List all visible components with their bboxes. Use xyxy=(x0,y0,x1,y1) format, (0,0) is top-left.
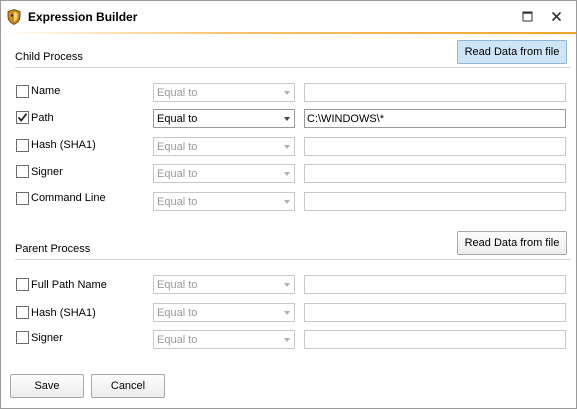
parent-read-data-button[interactable]: Read Data from file xyxy=(457,231,567,255)
child-path-label: Path xyxy=(31,112,54,124)
child-signer-operator-value: Equal to xyxy=(157,168,198,180)
child-signer-checkbox[interactable] xyxy=(16,165,29,178)
child-process-section-title: Child Process xyxy=(15,51,83,63)
checkmark-icon xyxy=(17,113,28,122)
child-signer-operator-select[interactable]: Equal to xyxy=(153,164,295,183)
parent-signer-operator-value: Equal to xyxy=(157,334,198,346)
parent-hash-operator-value: Equal to xyxy=(157,307,198,319)
save-button[interactable]: Save xyxy=(10,374,84,398)
child-path-value-input[interactable] xyxy=(304,109,566,128)
cancel-button[interactable]: Cancel xyxy=(91,374,165,398)
parent-signer-value-input[interactable] xyxy=(304,330,566,349)
child-signer-value-input[interactable] xyxy=(304,164,566,183)
child-hash-operator-select[interactable]: Equal to xyxy=(153,137,295,156)
child-cmdline-checkbox[interactable] xyxy=(16,192,29,205)
parent-hash-operator-select[interactable]: Equal to xyxy=(153,303,295,322)
child-hash-operator-value: Equal to xyxy=(157,141,198,153)
child-hash-label: Hash (SHA1) xyxy=(31,139,96,151)
parent-fullpath-operator-value: Equal to xyxy=(157,279,198,291)
child-name-checkbox[interactable] xyxy=(16,85,29,98)
parent-signer-operator-select[interactable]: Equal to xyxy=(153,330,295,349)
expression-builder-dialog: Expression Builder Child Process Read Da… xyxy=(0,0,577,409)
chevron-down-icon xyxy=(284,200,290,204)
shield-app-icon xyxy=(7,9,21,25)
title-accent-bar xyxy=(1,32,576,34)
chevron-down-icon xyxy=(284,338,290,342)
parent-signer-checkbox[interactable] xyxy=(16,331,29,344)
parent-fullpath-checkbox[interactable] xyxy=(16,278,29,291)
chevron-down-icon xyxy=(284,283,290,287)
child-process-divider xyxy=(15,67,571,68)
parent-hash-value-input[interactable] xyxy=(304,303,566,322)
child-hash-value-input[interactable] xyxy=(304,137,566,156)
parent-fullpath-value-input[interactable] xyxy=(304,275,566,294)
child-hash-checkbox[interactable] xyxy=(16,139,29,152)
child-signer-label: Signer xyxy=(31,166,63,178)
parent-hash-label: Hash (SHA1) xyxy=(31,307,96,319)
child-name-value-input[interactable] xyxy=(304,83,566,102)
child-name-label: Name xyxy=(31,85,61,97)
parent-fullpath-operator-select[interactable]: Equal to xyxy=(153,275,295,294)
child-cmdline-value-input[interactable] xyxy=(304,192,566,211)
chevron-down-icon xyxy=(284,145,290,149)
maximize-icon[interactable] xyxy=(520,9,534,23)
parent-process-section-title: Parent Process xyxy=(15,243,91,255)
chevron-down-icon xyxy=(284,91,290,95)
chevron-down-icon xyxy=(284,172,290,176)
child-name-operator-value: Equal to xyxy=(157,87,198,99)
title-bar: Expression Builder xyxy=(1,1,576,33)
parent-signer-label: Signer xyxy=(31,332,63,344)
child-cmdline-operator-select[interactable]: Equal to xyxy=(153,192,295,211)
parent-process-divider xyxy=(15,259,571,260)
child-cmdline-label: Command Line xyxy=(31,192,106,204)
parent-fullpath-label: Full Path Name xyxy=(31,279,107,291)
child-path-operator-value: Equal to xyxy=(157,113,198,125)
child-cmdline-operator-value: Equal to xyxy=(157,196,198,208)
child-path-operator-select[interactable]: Equal to xyxy=(153,109,295,128)
close-icon[interactable] xyxy=(549,9,563,23)
chevron-down-icon xyxy=(284,311,290,315)
child-read-data-button[interactable]: Read Data from file xyxy=(457,40,567,64)
child-path-checkbox[interactable] xyxy=(16,111,29,124)
parent-hash-checkbox[interactable] xyxy=(16,306,29,319)
chevron-down-icon xyxy=(284,117,290,121)
child-name-operator-select[interactable]: Equal to xyxy=(153,83,295,102)
window-title: Expression Builder xyxy=(28,10,138,24)
